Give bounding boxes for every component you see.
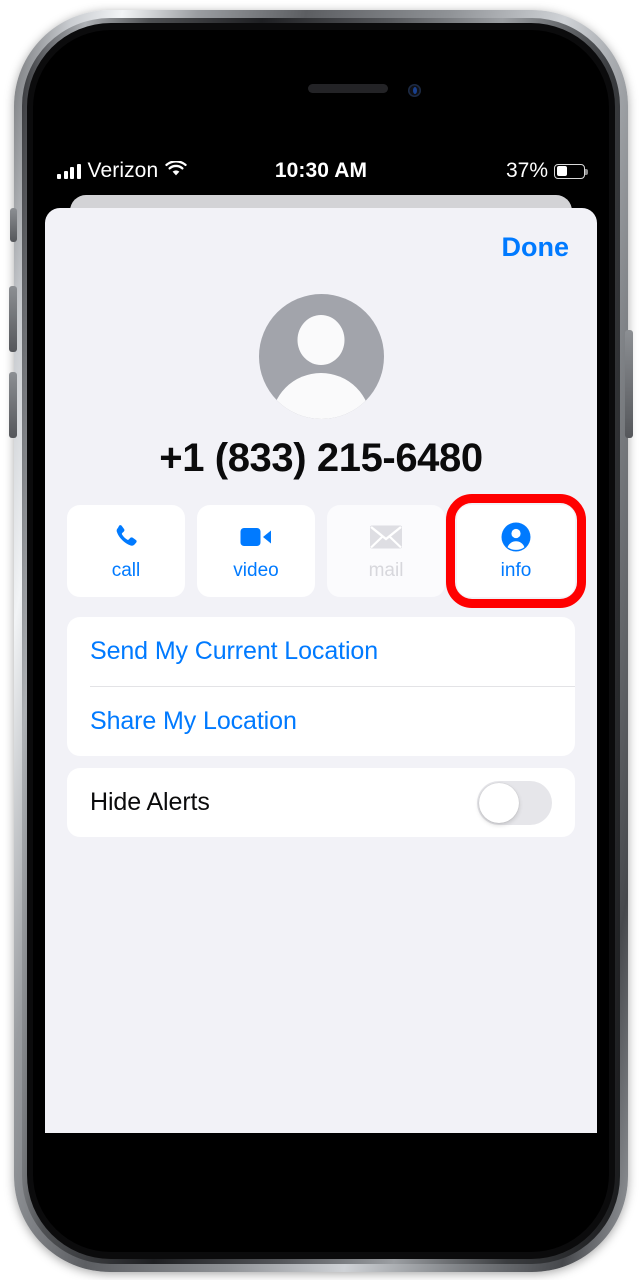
mail-button-label: mail [368, 559, 404, 581]
volume-down-button[interactable] [9, 372, 17, 438]
done-button[interactable]: Done [502, 232, 570, 263]
call-button-label: call [111, 559, 141, 581]
phone-icon [111, 521, 141, 553]
envelope-icon [369, 521, 403, 553]
send-my-current-location-label: Send My Current Location [90, 637, 379, 665]
volume-up-button[interactable] [9, 286, 17, 352]
toggle-knob [479, 782, 519, 823]
power-button[interactable] [625, 330, 633, 438]
battery-icon [554, 163, 588, 179]
hide-alerts-toggle[interactable] [477, 780, 552, 825]
front-camera-icon [408, 84, 421, 97]
mail-button: mail [327, 505, 445, 597]
contact-action-row: call video mail info [45, 494, 597, 608]
location-options-group: Send My Current Location Share My Locati… [67, 617, 575, 756]
contact-name: +1 (833) 215-6480 [159, 436, 483, 480]
battery-percentage-label: 37% [505, 159, 548, 182]
hide-alerts-row[interactable]: Hide Alerts [67, 768, 575, 837]
share-my-location-label: Share My Location [90, 707, 297, 735]
silent-switch[interactable] [10, 208, 17, 242]
info-button-label: info [500, 559, 532, 581]
status-bar-right: 37% [505, 159, 588, 183]
video-button-label: video [233, 559, 279, 581]
status-bar: Verizon 10:30 AM 37% [33, 151, 609, 191]
person-circle-icon [501, 521, 531, 553]
screenshot-stage: Verizon 10:30 AM 37% Done +1 (833) 215-6… [0, 0, 642, 1280]
sheet-header: Done [45, 208, 597, 284]
info-button[interactable]: info [446, 494, 586, 608]
share-my-location-row[interactable]: Share My Location [67, 687, 575, 756]
phone-screen: Verizon 10:30 AM 37% Done +1 (833) 215-6… [33, 30, 609, 1252]
video-button[interactable]: video [197, 505, 315, 597]
hide-alerts-group: Hide Alerts [67, 768, 575, 837]
hide-alerts-label: Hide Alerts [90, 788, 210, 816]
avatar-container [45, 294, 597, 419]
send-my-current-location-row[interactable]: Send My Current Location [67, 617, 575, 686]
default-contact-avatar-icon [258, 294, 384, 419]
video-camera-icon [240, 521, 272, 553]
contact-details-sheet: Done +1 (833) 215-6480 call video mail i… [45, 208, 597, 1133]
speaker-grill-icon [308, 84, 388, 93]
call-button[interactable]: call [67, 505, 185, 597]
